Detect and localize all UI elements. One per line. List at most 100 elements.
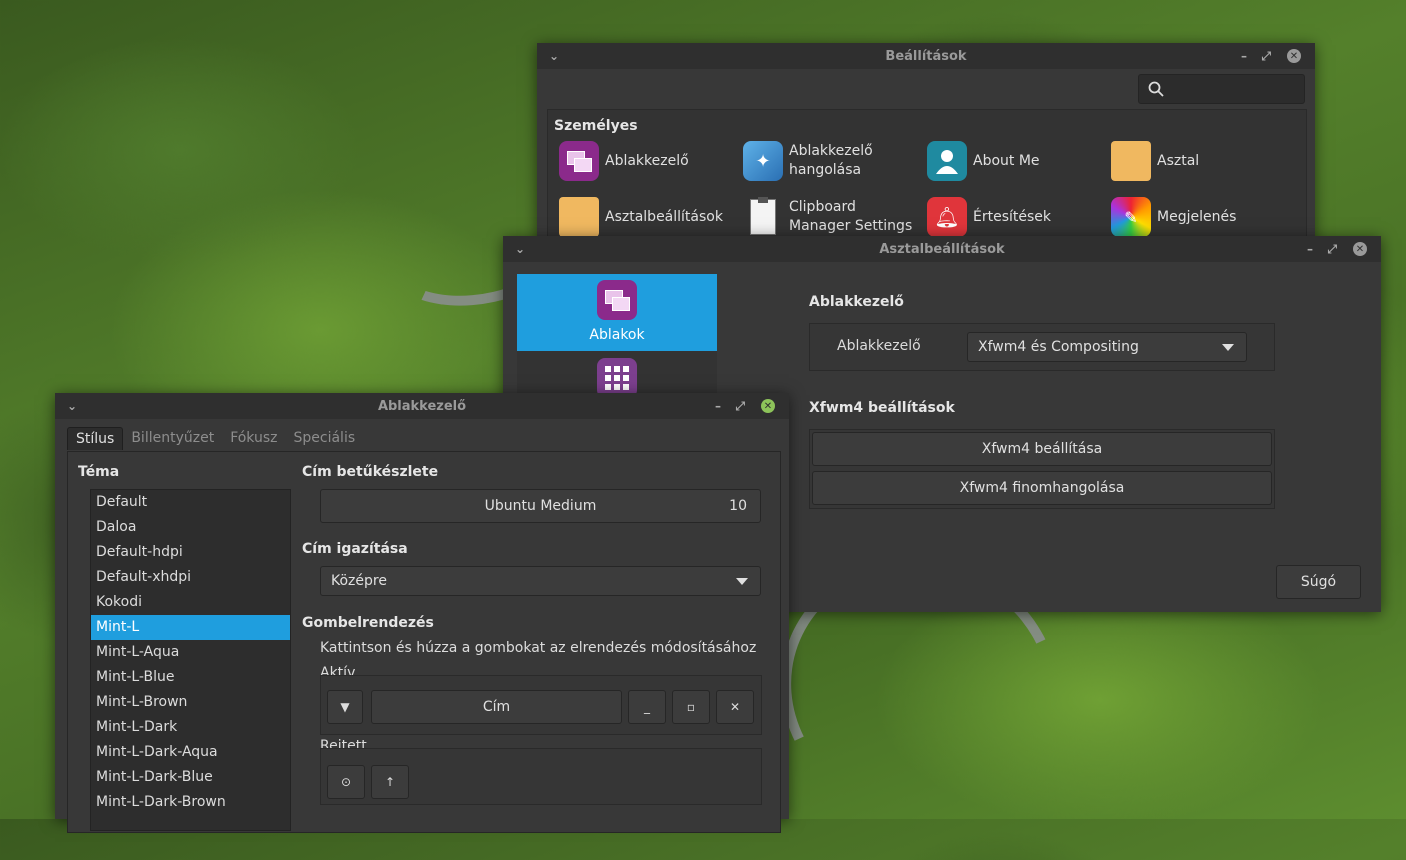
chevron-down-icon	[736, 578, 748, 585]
app-label: Clipboard Manager Settings	[789, 199, 913, 234]
settings-window: ⌄ Beállítások – ⤢ ✕ Személyes Ablakkezel…	[537, 43, 1315, 251]
app-appearance[interactable]: ✎ Megjelenés	[1111, 197, 1236, 237]
menu-triangle-icon: ▼	[340, 700, 350, 714]
list-item[interactable]: Mint-L-Brown	[91, 690, 290, 715]
wm-heading: Ablakkezelő	[809, 294, 904, 310]
sidebar-item-label: Ablakok	[589, 327, 645, 343]
list-item[interactable]: Default	[91, 490, 290, 515]
list-item[interactable]: Mint-L-Dark-Blue	[91, 765, 290, 790]
app-window-manager[interactable]: Ablakkezelő	[559, 141, 689, 181]
search-input[interactable]	[1138, 74, 1305, 104]
window-tweaks-icon: ✦	[743, 141, 783, 181]
xfwm-tweaks-button[interactable]: Xfwm4 finomhangolása	[812, 471, 1272, 505]
windows-icon	[597, 280, 637, 320]
list-item-selected[interactable]: Mint-L	[91, 615, 290, 640]
stick-dot-icon: ⊙	[340, 775, 352, 789]
close-icon: ✕	[729, 700, 741, 714]
list-item[interactable]: Default-hdpi	[91, 540, 290, 565]
titlebar: ⌄ Asztalbeállítások – ⤢ ✕	[503, 236, 1381, 262]
sidebar-item-apps[interactable]	[517, 358, 717, 398]
app-notifications[interactable]: 🔔︎ Értesítések	[927, 197, 1051, 237]
font-name: Ubuntu Medium	[484, 498, 597, 514]
font-size: 10	[729, 498, 747, 514]
wm-select[interactable]: Xfwm4 és Compositing	[967, 332, 1247, 362]
menu-button[interactable]: ▼	[327, 690, 363, 724]
align-select[interactable]: Középre	[320, 566, 761, 596]
desktop-settings-icon	[559, 197, 599, 237]
window-menu-icon[interactable]: ⌄	[63, 397, 81, 415]
app-desktop-settings[interactable]: Asztalbeállítások	[559, 197, 723, 237]
app-label: Értesítések	[973, 209, 1052, 225]
minimize-icon[interactable]: –	[715, 397, 721, 415]
xfwm-settings-button[interactable]: Xfwm4 beállítása	[812, 432, 1272, 466]
app-desktop[interactable]: Asztal	[1111, 141, 1199, 181]
app-clipboard[interactable]: Clipboard Manager Settings	[743, 197, 912, 237]
appearance-icon: ✎	[1111, 197, 1151, 237]
font-button[interactable]: Ubuntu Medium 10	[320, 489, 761, 523]
maximize-icon: ▫	[686, 700, 696, 714]
theme-list[interactable]: Default Daloa Default-hdpi Default-xhdpi…	[90, 489, 291, 831]
app-label: Asztalbeállítások	[605, 209, 723, 225]
chevron-down-icon	[1222, 344, 1234, 351]
layout-hint: Kattintson és húzza a gombokat az elrend…	[320, 640, 757, 656]
close-button[interactable]: ✕	[1287, 47, 1301, 65]
app-label: Megjelenés	[1157, 209, 1237, 225]
close-icon: ✕	[761, 399, 775, 413]
layout-heading: Gombelrendezés	[302, 615, 434, 631]
close-button[interactable]: ✕	[1353, 240, 1367, 258]
clipboard-icon	[743, 197, 783, 237]
title-button[interactable]: Cím	[371, 690, 622, 724]
tab-style[interactable]: Stílus	[67, 427, 124, 450]
stick-button[interactable]: ⊙	[327, 765, 365, 799]
sidebar-item-windows[interactable]: Ablakok	[517, 274, 717, 351]
window-title: Ablakkezelő	[377, 398, 467, 414]
hidden-buttons-frame: ⊙ ↑	[320, 748, 762, 805]
maximize-button[interactable]: ▫	[672, 690, 710, 724]
wm-select-value: Xfwm4 és Compositing	[978, 339, 1139, 355]
maximize-icon[interactable]: ⤢	[735, 397, 745, 415]
list-item[interactable]: Default-xhdpi	[91, 565, 290, 590]
theme-heading: Téma	[78, 464, 120, 480]
window-manager-window: ⌄ Ablakkezelő – ⤢ ✕ Stílus Billentyűzet …	[55, 393, 789, 833]
minimize-icon: _	[644, 700, 650, 714]
tab-focus[interactable]: Fókusz	[222, 427, 285, 450]
list-item[interactable]: Mint-L-Blue	[91, 665, 290, 690]
align-select-value: Középre	[331, 573, 387, 589]
list-item[interactable]: Kokodi	[91, 590, 290, 615]
help-button[interactable]: Súgó	[1276, 565, 1361, 599]
wm-label: Ablakkezelő	[837, 338, 921, 354]
minimize-icon[interactable]: –	[1307, 240, 1313, 258]
tab-keyboard[interactable]: Billentyűzet	[123, 427, 222, 450]
app-about-me[interactable]: About Me	[927, 141, 1040, 181]
close-layout-button[interactable]: ✕	[716, 690, 754, 724]
app-label: About Me	[973, 153, 1040, 169]
xfwm-frame: Xfwm4 beállítása Xfwm4 finomhangolása	[809, 429, 1275, 509]
window-menu-icon[interactable]: ⌄	[545, 47, 563, 65]
app-label: Ablakkezelő	[605, 153, 689, 169]
maximize-icon[interactable]: ⤢	[1327, 240, 1337, 258]
arrow-up-icon: ↑	[384, 775, 396, 789]
list-item[interactable]: Mint-L-Aqua	[91, 640, 290, 665]
window-title: Beállítások	[885, 48, 967, 64]
app-window-tweaks[interactable]: ✦ Ablakkezelő hangolása	[743, 141, 873, 181]
shade-button[interactable]: ↑	[371, 765, 409, 799]
list-item[interactable]: Mint-L-Dark-Brown	[91, 790, 290, 815]
tab-advanced[interactable]: Speciális	[286, 427, 364, 450]
section-label: Személyes	[554, 118, 638, 134]
window-menu-icon[interactable]: ⌄	[511, 240, 529, 258]
close-icon: ✕	[1353, 242, 1367, 256]
window-manager-icon	[559, 141, 599, 181]
maximize-icon[interactable]: ⤢	[1261, 47, 1271, 65]
font-heading: Cím betűkészlete	[302, 464, 439, 480]
list-item[interactable]: Daloa	[91, 515, 290, 540]
close-button[interactable]: ✕	[761, 397, 775, 415]
align-heading: Cím igazítása	[302, 541, 408, 557]
list-item[interactable]: Mint-L-Dark-Aqua	[91, 740, 290, 765]
app-label: Asztal	[1157, 153, 1200, 169]
window-title: Asztalbeállítások	[879, 241, 1005, 257]
minimize-icon[interactable]: –	[1241, 47, 1247, 65]
app-label: Ablakkezelő hangolása	[789, 143, 873, 178]
minimize-button[interactable]: _	[628, 690, 666, 724]
bell-icon: 🔔︎	[927, 197, 967, 237]
list-item[interactable]: Mint-L-Dark	[91, 715, 290, 740]
